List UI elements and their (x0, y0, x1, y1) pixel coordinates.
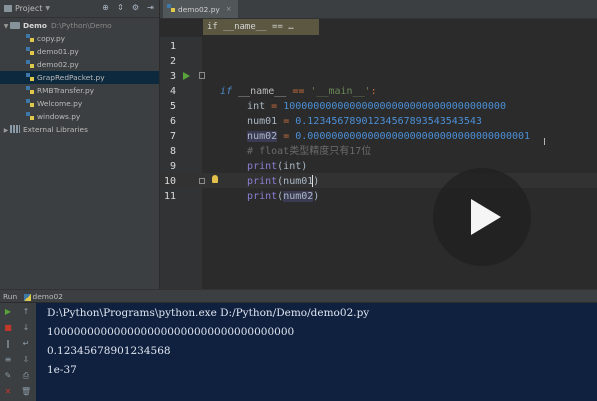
tab-demo02[interactable]: demo02.py × (163, 0, 238, 18)
close-icon[interactable]: × (226, 5, 232, 13)
python-file-icon (26, 34, 34, 42)
tree-item-file[interactable]: copy.py (0, 32, 159, 45)
scroll-from-source-icon[interactable]: ⊕ (101, 3, 110, 12)
close-icon[interactable]: ✕ (3, 387, 13, 397)
ibeam-cursor-icon: I (543, 137, 546, 148)
tree-item-demo[interactable]: ▼ Demo D:\Python\Demo (0, 19, 159, 32)
keyword: if (220, 86, 233, 97)
tree-item-label: demo01.py (37, 47, 79, 56)
project-view-icon (4, 5, 12, 12)
console-output[interactable]: D:\Python\Programs\python.exe D:/Python/… (36, 303, 597, 401)
line-number: 7 (169, 131, 176, 142)
console-line: 1000000000000000000000000000000000000 (47, 326, 295, 338)
fold-icon[interactable] (199, 72, 205, 79)
dump-threads-icon[interactable]: ≡ (3, 355, 13, 365)
run-icon[interactable] (183, 72, 190, 80)
tree-item-label: Demo (23, 21, 47, 30)
tree-item-file-selected[interactable]: GrapRedPacket.py (0, 71, 159, 84)
up-arrow-icon[interactable]: ↑ (21, 307, 31, 317)
tree-item-path: D:\Python\Demo (50, 21, 112, 30)
tree-item-file[interactable]: Welcome.py (0, 97, 159, 110)
collapse-all-icon[interactable]: ⇕ (116, 3, 125, 12)
run-panel-title: Run (3, 292, 18, 301)
editor-tab-bar: demo02.py × (160, 0, 597, 19)
tree-item-label: demo02.py (37, 60, 79, 69)
python-file-icon (167, 4, 175, 12)
pause-icon[interactable]: ‖ (3, 339, 13, 349)
python-file-icon (26, 99, 34, 107)
tree-item-file[interactable]: demo02.py (0, 58, 159, 71)
builtin-function: print (247, 191, 278, 202)
play-button[interactable] (433, 168, 531, 266)
paren: ) (313, 191, 320, 202)
lightbulb-icon[interactable] (212, 175, 218, 183)
run-config-name[interactable]: demo02 (33, 292, 63, 301)
current-line-highlight (160, 173, 597, 188)
python-file-icon (26, 86, 34, 94)
line-number: 9 (169, 161, 176, 172)
libraries-icon (10, 125, 20, 133)
tree-item-label: windows.py (37, 112, 81, 121)
down-arrow-icon[interactable]: ↓ (21, 323, 31, 333)
line-number: 5 (169, 101, 176, 112)
tree-item-file[interactable]: windows.py (0, 110, 159, 123)
print-icon[interactable]: ⎙ (21, 371, 31, 381)
line-number: 4 (169, 86, 176, 97)
tree-item-libraries[interactable]: ▶ External Libraries (0, 123, 159, 136)
tree-item-file[interactable]: RMBTransfer.py (0, 84, 159, 97)
code-line-3: if __name__ == '__main__': (208, 69, 377, 97)
code-line-9: print(num01) (235, 159, 319, 187)
project-panel-title: Project (15, 4, 43, 13)
line-number: 2 (169, 56, 176, 67)
project-panel: Project ▼ ⊕ ⇕ ⚙ ⇥ ▼ Demo D:\Python\Demo co… (0, 0, 160, 289)
trash-icon[interactable]: 🗑 (21, 387, 31, 397)
code-line-7: # float类型精度只有17位 (235, 129, 371, 157)
tree-item-file[interactable]: demo01.py (0, 45, 159, 58)
code-line-5: num01 = 0.12345678901234567893543543543 (235, 99, 482, 127)
tree-item-label: External Libraries (23, 125, 88, 134)
python-file-icon (26, 73, 34, 81)
code-line-10: print(num02) (235, 174, 319, 202)
stop-icon[interactable]: ■ (3, 323, 13, 333)
code-line-6: num02 = 0.000000000000000000000000000000… (235, 114, 530, 142)
python-file-icon (26, 60, 34, 68)
code-line-4: int = 1000000000000000000000000000000000… (235, 84, 506, 112)
tree-item-label: Welcome.py (37, 99, 83, 108)
line-number: 8 (169, 146, 176, 157)
tree-item-label: GrapRedPacket.py (37, 73, 105, 82)
folder-icon (10, 21, 20, 29)
console-line: D:\Python\Programs\python.exe D:/Python/… (47, 307, 370, 319)
line-number: 3 (169, 71, 176, 82)
pin-icon[interactable]: ✎ (3, 371, 13, 381)
python-file-icon (23, 293, 31, 301)
chevron-right-icon[interactable]: ▶ (2, 124, 10, 137)
run-toolbar: ▶ ↑ ■ ↓ ‖ ↵ ≡ ⇩ ✎ ⎙ ✕ 🗑 (0, 303, 36, 401)
breadcrumb[interactable]: if __name__ == … (203, 19, 319, 35)
tree-item-label: copy.py (37, 34, 66, 43)
code-line-8: print(int) (235, 144, 307, 172)
scroll-to-end-icon[interactable]: ⇩ (21, 355, 31, 365)
project-toolbar: ⊕ ⇕ ⚙ ⇥ (101, 3, 155, 12)
hide-panel-icon[interactable]: ⇥ (146, 3, 155, 12)
tree-item-label: RMBTransfer.py (37, 86, 95, 95)
console-line: 1e-37 (47, 364, 77, 376)
console-line: 0.12345678901234568 (47, 345, 171, 357)
text-cursor (312, 175, 313, 187)
soft-wrap-icon[interactable]: ↵ (21, 339, 31, 349)
line-number: 1 (169, 41, 176, 52)
chevron-down-icon[interactable]: ▼ (45, 5, 50, 12)
argument-highlighted: num02 (283, 191, 314, 202)
breakpoint-icon[interactable] (199, 178, 205, 184)
tab-label: demo02.py (178, 4, 220, 14)
gear-icon[interactable]: ⚙ (131, 3, 140, 12)
line-number: 11 (163, 191, 176, 202)
line-number: 6 (169, 116, 176, 127)
run-panel-header: Run demo02 (0, 289, 597, 302)
rerun-icon[interactable]: ▶ (3, 307, 13, 317)
line-number: 10 (163, 176, 176, 187)
python-file-icon (26, 47, 34, 55)
python-file-icon (26, 112, 34, 120)
